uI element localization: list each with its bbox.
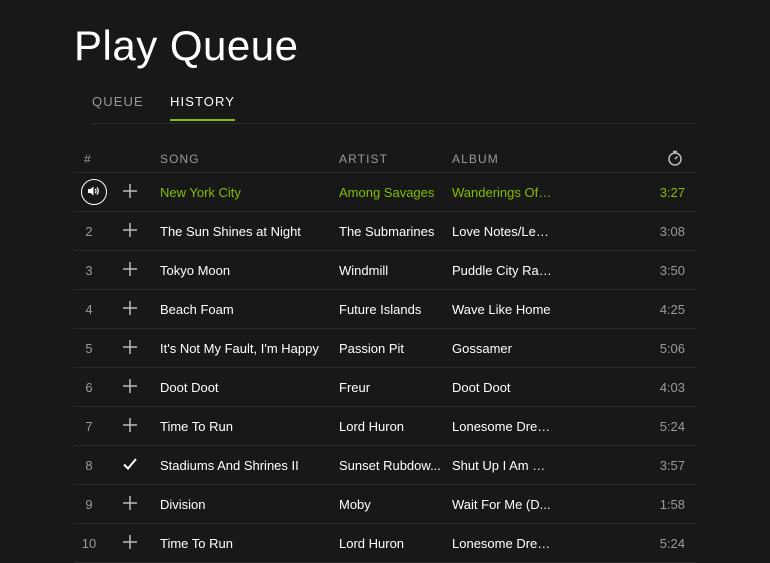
track-album[interactable]: Wave Like Home [452, 302, 551, 317]
plus-icon[interactable] [122, 261, 138, 277]
plus-icon[interactable] [122, 222, 138, 238]
track-album[interactable]: Gossamer [452, 341, 512, 356]
track-song[interactable]: Stadiums And Shrines II [160, 458, 299, 473]
track-number: 4 [85, 302, 93, 317]
track-album[interactable]: Puddle City Rac... [452, 263, 552, 278]
check-icon[interactable] [122, 456, 138, 472]
track-duration: 3:08 [659, 224, 685, 239]
track-artist[interactable]: Lord Huron [339, 419, 404, 434]
track-artist[interactable]: Freur [339, 380, 370, 395]
table-row[interactable]: 9 Division Moby Wait For Me (D... 1:58 [74, 485, 696, 524]
plus-icon[interactable] [122, 183, 138, 199]
track-number: 10 [81, 536, 97, 551]
plus-icon[interactable] [122, 339, 138, 355]
track-album[interactable]: Love Notes/Lett... [452, 224, 552, 239]
track-duration: 5:06 [659, 341, 685, 356]
table-row[interactable]: 5 It's Not My Fault, I'm Happy Passion Pit… [74, 329, 696, 368]
track-artist[interactable]: The Submarines [339, 224, 434, 239]
stopwatch-icon[interactable] [666, 149, 684, 167]
track-duration: 3:27 [659, 185, 685, 200]
track-number: 6 [85, 380, 93, 395]
track-song[interactable]: Doot Doot [160, 380, 219, 395]
track-album[interactable]: Wait For Me (D... [452, 497, 550, 512]
column-header-song[interactable]: SONG [160, 152, 200, 166]
track-number: 8 [85, 458, 93, 473]
track-number: 2 [85, 224, 93, 239]
track-artist[interactable]: Sunset Rubdow... [339, 458, 441, 473]
table-header: # SONG ARTIST ALBUM [74, 142, 696, 173]
table-row[interactable]: 10 Time To Run Lord Huron Lonesome Drea... 5… [74, 524, 696, 563]
track-album[interactable]: Lonesome Drea... [452, 419, 552, 434]
track-song[interactable]: Beach Foam [160, 302, 234, 317]
track-number: 9 [85, 497, 93, 512]
plus-icon[interactable] [122, 417, 138, 433]
track-duration: 4:03 [659, 380, 685, 395]
table-row[interactable]: 7 Time To Run Lord Huron Lonesome Drea... 5:… [74, 407, 696, 446]
table-row[interactable]: 2 The Sun Shines at Night The Submarines Lo… [74, 212, 696, 251]
tab-bar: QUEUE HISTORY [92, 90, 696, 124]
track-song[interactable]: Time To Run [160, 536, 233, 551]
tab-queue[interactable]: QUEUE [92, 90, 144, 121]
column-header-artist[interactable]: ARTIST [339, 152, 388, 166]
track-artist[interactable]: Passion Pit [339, 341, 404, 356]
track-duration: 3:57 [659, 458, 685, 473]
track-table: # SONG ARTIST ALBUM New York City Among S… [74, 142, 696, 563]
track-song[interactable]: It's Not My Fault, I'm Happy [160, 341, 319, 356]
track-song[interactable]: The Sun Shines at Night [160, 224, 301, 239]
track-song[interactable]: Time To Run [160, 419, 233, 434]
track-number: 5 [85, 341, 93, 356]
track-album[interactable]: Doot Doot [452, 380, 511, 395]
track-duration: 3:50 [659, 263, 685, 278]
track-album[interactable]: Lonesome Drea... [452, 536, 552, 551]
plus-icon[interactable] [122, 534, 138, 550]
track-artist[interactable]: Future Islands [339, 302, 421, 317]
track-number: 7 [85, 419, 93, 434]
table-row[interactable]: 6 Doot Doot Freur Doot Doot 4:03 [74, 368, 696, 407]
track-song[interactable]: Division [160, 497, 206, 512]
track-number: 3 [85, 263, 93, 278]
track-duration: 5:24 [659, 419, 685, 434]
track-duration: 5:24 [659, 536, 685, 551]
track-duration: 1:58 [659, 497, 685, 512]
track-song[interactable]: New York City [160, 185, 241, 200]
tab-history[interactable]: HISTORY [170, 90, 236, 121]
track-song[interactable]: Tokyo Moon [160, 263, 230, 278]
table-row[interactable]: 4 Beach Foam Future Islands Wave Like Home 4… [74, 290, 696, 329]
column-header-number: # [84, 152, 92, 166]
table-row[interactable]: 3 Tokyo Moon Windmill Puddle City Rac... 3:5… [74, 251, 696, 290]
table-row[interactable]: New York City Among Savages Wanderings Of … [74, 173, 696, 212]
plus-icon[interactable] [122, 378, 138, 394]
page-title: Play Queue [74, 22, 299, 69]
track-artist[interactable]: Among Savages [339, 185, 434, 200]
track-artist[interactable]: Lord Huron [339, 536, 404, 551]
column-header-album[interactable]: ALBUM [452, 152, 499, 166]
track-list: New York City Among Savages Wanderings Of … [74, 173, 696, 563]
table-row[interactable]: 8 Stadiums And Shrines II Sunset Rubdow...… [74, 446, 696, 485]
speaker-icon[interactable] [81, 179, 107, 205]
track-album[interactable]: Shut Up I Am Dr... [452, 458, 552, 473]
track-album[interactable]: Wanderings Of ... [452, 185, 552, 200]
track-duration: 4:25 [659, 302, 685, 317]
track-artist[interactable]: Windmill [339, 263, 388, 278]
plus-icon[interactable] [122, 495, 138, 511]
track-artist[interactable]: Moby [339, 497, 371, 512]
plus-icon[interactable] [122, 300, 138, 316]
